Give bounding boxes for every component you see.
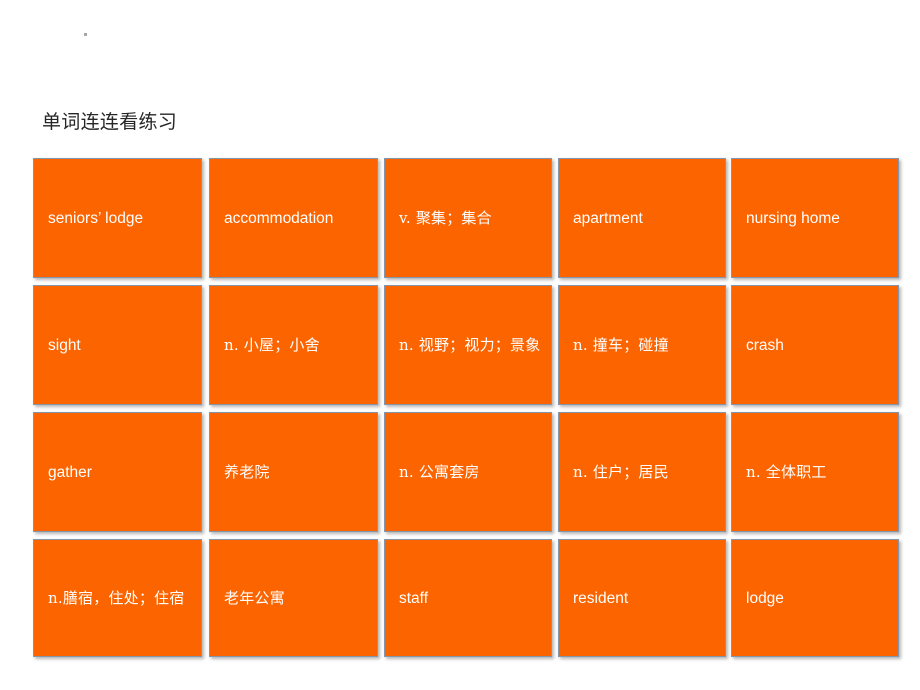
word-match-grid: seniors’ lodge accommodation v. 聚集；集合 ap… bbox=[33, 158, 899, 658]
word-card-label: 养老院 bbox=[224, 463, 270, 481]
word-card-label: n. 撞车；碰撞 bbox=[573, 336, 669, 354]
word-card[interactable]: 养老院 bbox=[209, 412, 378, 532]
word-card[interactable]: gather bbox=[33, 412, 202, 532]
word-card-label: v. 聚集；集合 bbox=[399, 209, 492, 227]
word-card-label: resident bbox=[573, 589, 629, 607]
page-title: 单词连连看练习 bbox=[42, 111, 178, 133]
word-card[interactable]: apartment bbox=[558, 158, 726, 278]
word-card[interactable]: n.膳宿，住处；住宿 bbox=[33, 539, 202, 657]
word-card[interactable]: accommodation bbox=[209, 158, 378, 278]
word-card-label: lodge bbox=[746, 589, 784, 607]
word-card[interactable]: staff bbox=[384, 539, 552, 657]
word-card[interactable]: seniors’ lodge bbox=[33, 158, 202, 278]
decorative-dot-mark bbox=[84, 33, 87, 36]
card-row: seniors’ lodge accommodation v. 聚集；集合 ap… bbox=[33, 158, 899, 278]
word-card-label: nursing home bbox=[746, 209, 840, 227]
word-card[interactable]: lodge bbox=[731, 539, 899, 657]
word-card-label: n. 住户；居民 bbox=[573, 463, 669, 481]
word-card-label: n. 小屋；小舍 bbox=[224, 336, 320, 354]
slide-canvas: 单词连连看练习 seniors’ lodge accommodation v. … bbox=[0, 0, 920, 690]
word-card[interactable]: crash bbox=[731, 285, 899, 405]
card-row: n.膳宿，住处；住宿 老年公寓 staff resident lodge bbox=[33, 539, 899, 657]
word-card-label: seniors’ lodge bbox=[48, 209, 144, 227]
word-card-label: sight bbox=[48, 336, 81, 354]
word-card-label: n.膳宿，住处；住宿 bbox=[48, 589, 185, 607]
word-card[interactable]: n. 撞车；碰撞 bbox=[558, 285, 726, 405]
word-card[interactable]: n. 小屋；小舍 bbox=[209, 285, 378, 405]
word-card[interactable]: n. 全体职工 bbox=[731, 412, 899, 532]
word-card[interactable]: 老年公寓 bbox=[209, 539, 378, 657]
card-row: sight n. 小屋；小舍 n. 视野；视力；景象 n. 撞车；碰撞 cras… bbox=[33, 285, 899, 405]
word-card[interactable]: n. 视野；视力；景象 bbox=[384, 285, 552, 405]
word-card[interactable]: n. 住户；居民 bbox=[558, 412, 726, 532]
card-row: gather 养老院 n. 公寓套房 n. 住户；居民 n. 全体职工 bbox=[33, 412, 899, 532]
word-card-label: crash bbox=[746, 336, 784, 354]
word-card[interactable]: sight bbox=[33, 285, 202, 405]
word-card-label: gather bbox=[48, 463, 92, 481]
word-card-label: 老年公寓 bbox=[224, 589, 285, 607]
word-card[interactable]: resident bbox=[558, 539, 726, 657]
word-card-label: n. 全体职工 bbox=[746, 463, 827, 481]
word-card-label: apartment bbox=[573, 209, 643, 227]
word-card-label: accommodation bbox=[224, 209, 334, 227]
word-card-label: n. 公寓套房 bbox=[399, 463, 480, 481]
word-card-label: n. 视野；视力；景象 bbox=[399, 336, 541, 354]
word-card[interactable]: n. 公寓套房 bbox=[384, 412, 552, 532]
word-card[interactable]: nursing home bbox=[731, 158, 899, 278]
word-card[interactable]: v. 聚集；集合 bbox=[384, 158, 552, 278]
word-card-label: staff bbox=[399, 589, 429, 607]
